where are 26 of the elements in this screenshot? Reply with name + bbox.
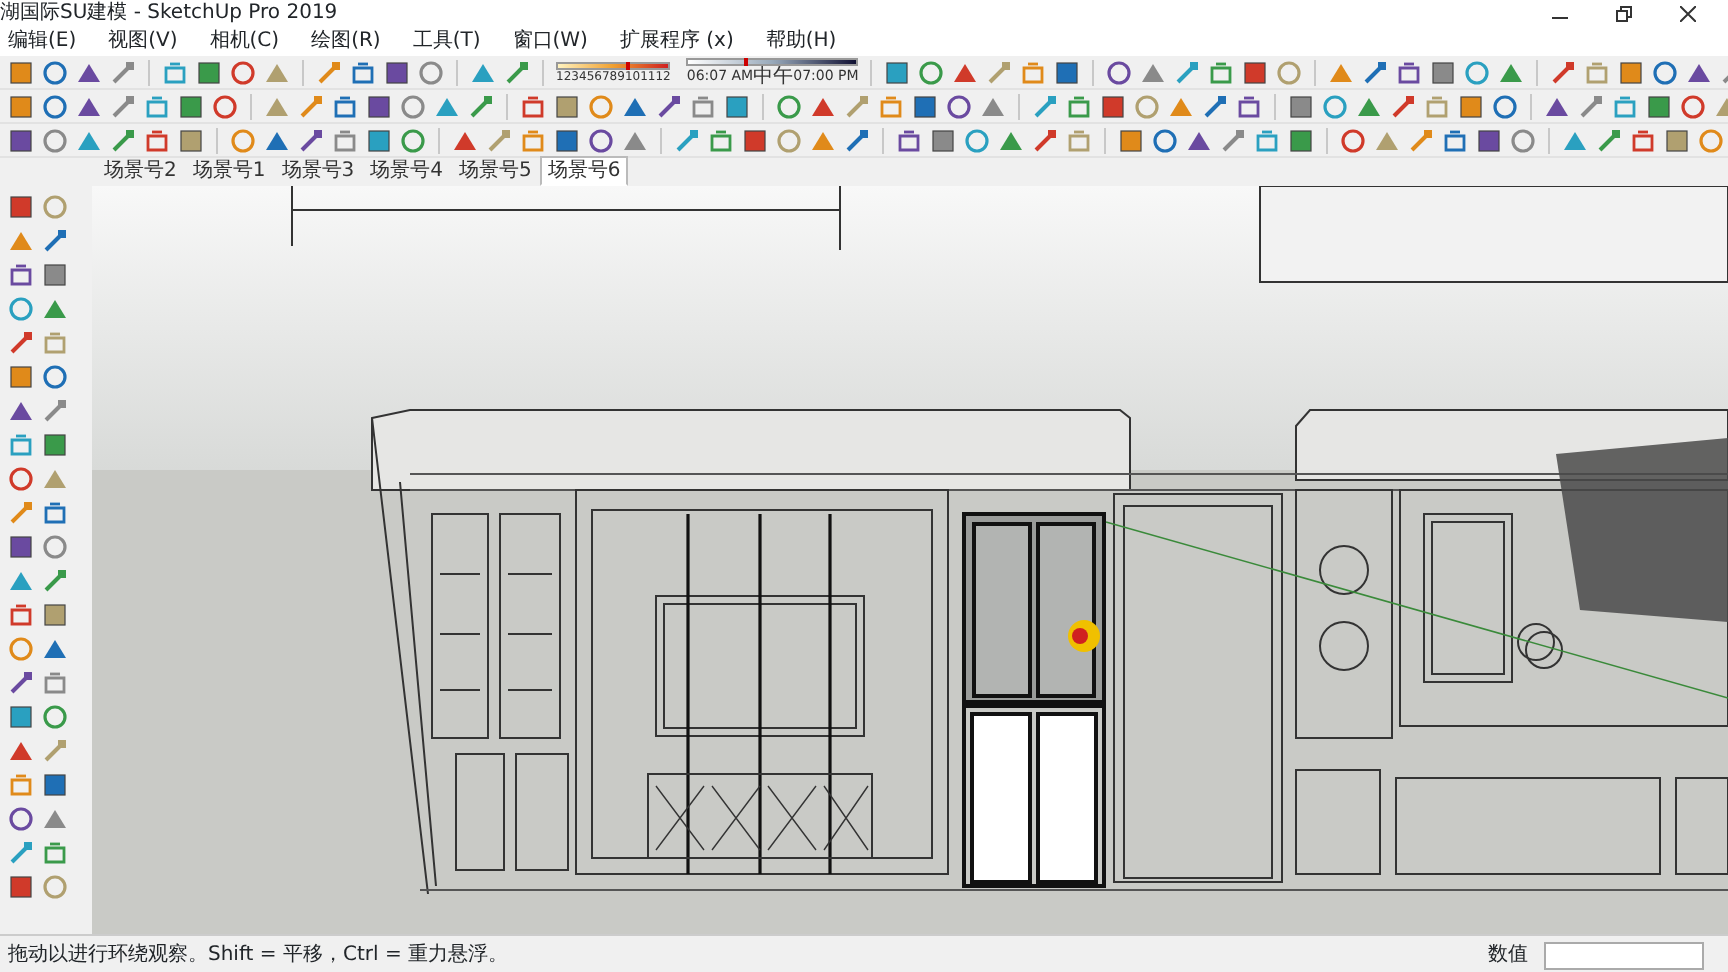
menu-item[interactable]: 窗口(W) <box>512 28 588 56</box>
slider-track[interactable] <box>686 57 859 65</box>
menu-item[interactable]: 编辑(E) <box>8 28 77 56</box>
measurements-field[interactable] <box>1544 941 1704 969</box>
slider-thumb[interactable] <box>626 61 631 69</box>
menu-item[interactable]: 相机(C) <box>209 28 280 56</box>
scene-tab[interactable]: 场景号3 <box>273 156 363 186</box>
measurements-label: 数值 <box>1488 942 1528 970</box>
menu-item[interactable]: 工具(T) <box>412 28 481 56</box>
scene-tab[interactable]: 场景号5 <box>451 156 540 186</box>
slider-label: 中午 <box>753 65 794 87</box>
scene-tab[interactable]: 场景号4 <box>362 156 451 186</box>
restore-icon[interactable] <box>1616 6 1632 22</box>
slider-track[interactable] <box>556 61 671 69</box>
menu-item[interactable]: 帮助(H) <box>765 28 837 56</box>
window-title: 湖国际SU建模 - SketchUp Pro 2019 <box>0 0 340 28</box>
scene-tab[interactable]: 场景号6 <box>539 156 629 186</box>
orbit-cursor-icon <box>1068 620 1100 652</box>
menu-item[interactable]: 绘图(R) <box>311 28 381 56</box>
scene-tab[interactable]: 场景号2 <box>96 156 185 186</box>
menu-item[interactable]: 扩展程序 (x) <box>619 28 734 56</box>
close-icon[interactable] <box>1680 6 1696 22</box>
status-hint: 拖动以进行环绕观察。Shift = 平移，Ctrl = 重力悬浮。 <box>8 941 510 970</box>
menu-item[interactable]: 视图(V) <box>108 28 178 56</box>
scene-tab[interactable]: 场景号1 <box>184 156 274 186</box>
slider-thumb[interactable] <box>744 57 749 65</box>
